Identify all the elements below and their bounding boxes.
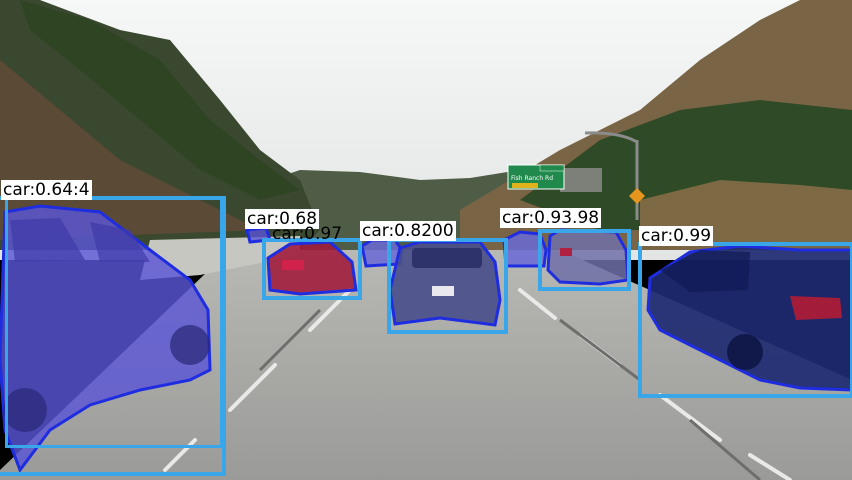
road-sign-text: Fish Ranch Rd [511, 175, 554, 182]
detection-label: car:0.64:4 [1, 180, 92, 200]
detection-label: car:0.97 [272, 224, 343, 244]
detection-box [262, 238, 362, 300]
road-sign-exit-tab [539, 164, 565, 172]
detection-image: Fish Ranch Rd car:0.64:4 car:0.68 car:0.… [0, 0, 852, 480]
detection-label: car:0.99 [639, 226, 714, 246]
detection-label: car:0.8200 [360, 221, 456, 241]
detection-box [5, 196, 223, 448]
detection-box [387, 238, 508, 334]
detection-box [638, 242, 852, 398]
sign-gantry [560, 168, 602, 192]
road-sign-yellow-strip [512, 183, 538, 188]
detection-label: car:0.93.98 [500, 208, 602, 228]
detection-box [538, 229, 631, 291]
